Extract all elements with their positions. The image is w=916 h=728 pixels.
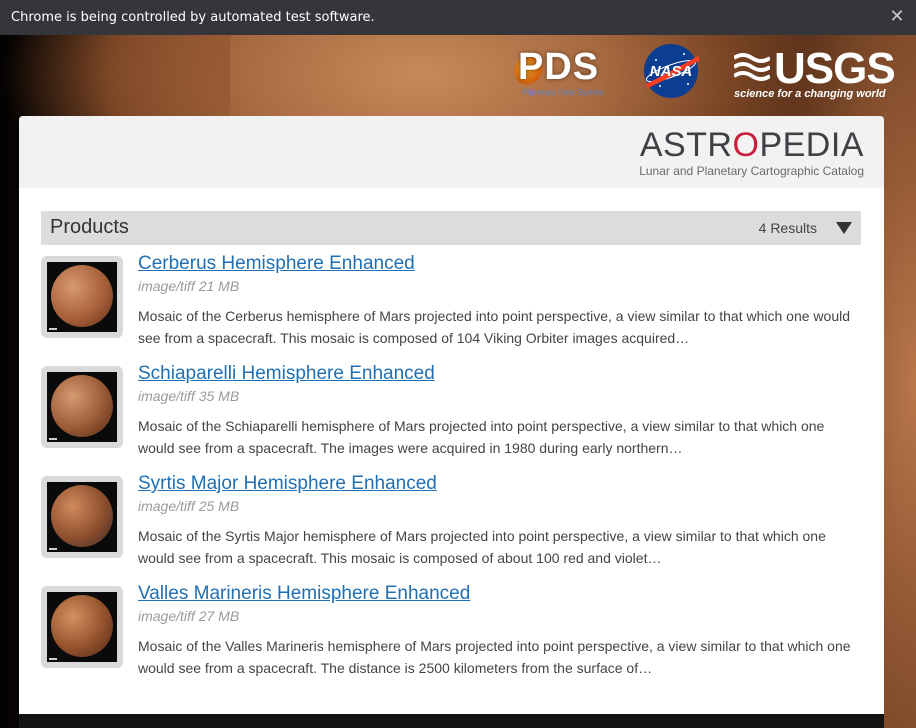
automation-infobar: Chrome is being controlled by automated … [0, 0, 916, 35]
product-description: Mosaic of the Schiaparelli hemisphere of… [138, 418, 825, 456]
astropedia-logo-text: ASTROPEDIA [639, 126, 864, 164]
close-icon[interactable]: ✕ [888, 8, 906, 26]
astropedia-logo[interactable]: ASTROPEDIA [624, 126, 864, 164]
list-item: Syrtis Major Hemisphere Enhanced image/t… [41, 473, 861, 576]
product-title-link[interactable]: Cerberus Hemisphere Enhanced [138, 253, 415, 275]
product-meta: image/tiff 27 MB [138, 608, 240, 624]
astropedia-subtitle: Lunar and Planetary Cartographic Catalog [639, 164, 864, 178]
products-header-bar: Products 4 Results [41, 211, 861, 245]
pds-logo[interactable]: PDS Planetary Data System [514, 46, 610, 102]
results-count: 4 Results [758, 220, 817, 236]
nasa-logo[interactable]: NASA [640, 42, 703, 100]
usgs-logo-text: USGS [774, 44, 896, 93]
panel-footer [19, 714, 884, 728]
product-title-link[interactable]: Valles Marineris Hemisphere Enhanced [138, 583, 470, 605]
product-meta: image/tiff 21 MB [138, 278, 240, 294]
nasa-logo-text: NASA [650, 63, 693, 80]
nasa-meatball-icon: NASA [644, 44, 700, 98]
product-meta: image/tiff 25 MB [138, 498, 240, 514]
list-item: Schiaparelli Hemisphere Enhanced image/t… [41, 363, 861, 466]
panel-header: ASTROPEDIA Lunar and Planetary Cartograp… [19, 116, 884, 188]
mars-planet-image [51, 375, 113, 437]
mars-planet-image [51, 265, 113, 327]
pds-logo-text: PDS [518, 46, 600, 88]
list-item: Valles Marineris Hemisphere Enhanced ima… [41, 583, 861, 686]
product-description: Mosaic of the Cerberus hemisphere of Mar… [138, 308, 851, 346]
products-title: Products [50, 216, 129, 238]
usgs-logo[interactable]: USGS science for a changing world [734, 44, 896, 104]
caret-down-icon[interactable] [835, 220, 853, 236]
product-meta: image/tiff 35 MB [138, 388, 240, 404]
product-title-link[interactable]: Syrtis Major Hemisphere Enhanced [138, 473, 437, 495]
product-description: Mosaic of the Valles Marineris hemispher… [138, 638, 851, 676]
product-thumbnail[interactable] [41, 586, 123, 668]
list-item: Cerberus Hemisphere Enhanced image/tiff … [41, 253, 861, 356]
usgs-wave-icon [734, 53, 770, 81]
product-thumbnail[interactable] [41, 476, 123, 558]
product-title-link[interactable]: Schiaparelli Hemisphere Enhanced [138, 363, 435, 385]
product-description: Mosaic of the Syrtis Major hemisphere of… [138, 528, 826, 566]
product-thumbnail[interactable] [41, 366, 123, 448]
mars-planet-image [51, 595, 113, 657]
pds-logo-subtitle: Planetary Data System [522, 88, 604, 97]
usgs-tagline: science for a changing world [734, 88, 886, 100]
catalog-panel: ASTROPEDIA Lunar and Planetary Cartograp… [19, 116, 884, 728]
infobar-text: Chrome is being controlled by automated … [11, 10, 375, 25]
product-thumbnail[interactable] [41, 256, 123, 338]
mars-planet-image [51, 485, 113, 547]
